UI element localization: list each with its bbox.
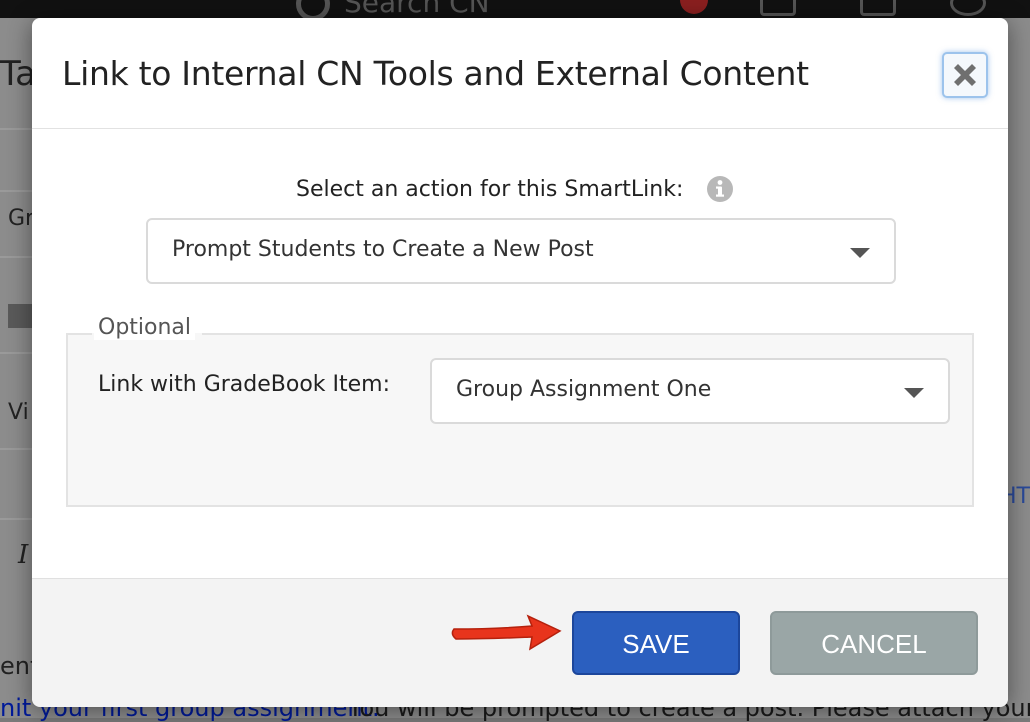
smartlink-modal: Link to Internal CN Tools and External C… [32, 18, 1008, 707]
modal-body: Select an action for this SmartLink: Pro… [32, 129, 1008, 578]
bg-divider [0, 518, 32, 520]
notification-badge [680, 0, 708, 14]
gradebook-select[interactable]: Group Assignment One [430, 358, 950, 424]
bg-row-fragment: Gr [8, 206, 35, 231]
modal-footer: SAVE CANCEL [32, 578, 1008, 707]
bg-divider [0, 128, 32, 130]
info-icon[interactable] [706, 175, 734, 203]
gradebook-select-value: Group Assignment One [456, 377, 712, 402]
bg-row-fragment: Vi [8, 400, 29, 425]
search-icon [296, 0, 330, 18]
search-bar[interactable]: Search CN [296, 0, 490, 18]
modal-header: Link to Internal CN Tools and External C… [32, 18, 1008, 129]
save-button[interactable]: SAVE [572, 611, 740, 675]
search-placeholder: Search CN [344, 0, 490, 18]
cancel-button[interactable]: CANCEL [770, 611, 978, 675]
close-button[interactable] [942, 52, 988, 98]
bg-divider [0, 190, 32, 192]
top-navbar: Search CN [0, 0, 1030, 18]
bg-divider [0, 256, 32, 258]
chat-icon [950, 0, 986, 16]
bg-divider [0, 448, 32, 450]
add-friend-icon [860, 0, 896, 16]
action-label: Select an action for this SmartLink: [296, 177, 684, 202]
gradebook-label: Link with GradeBook Item: [98, 372, 391, 397]
chevron-down-icon [904, 388, 924, 398]
arrow-annotation-icon [451, 614, 562, 651]
mail-icon [760, 0, 796, 16]
action-select[interactable]: Prompt Students to Create a New Post [146, 218, 896, 284]
bg-bar [8, 304, 32, 328]
chevron-down-icon [850, 248, 870, 258]
optional-legend: Optional [94, 315, 196, 340]
modal-title: Link to Internal CN Tools and External C… [62, 54, 809, 93]
close-icon [954, 64, 976, 86]
bg-row-fragment: I [18, 540, 29, 570]
action-select-value: Prompt Students to Create a New Post [172, 237, 594, 262]
bg-divider [0, 352, 32, 354]
